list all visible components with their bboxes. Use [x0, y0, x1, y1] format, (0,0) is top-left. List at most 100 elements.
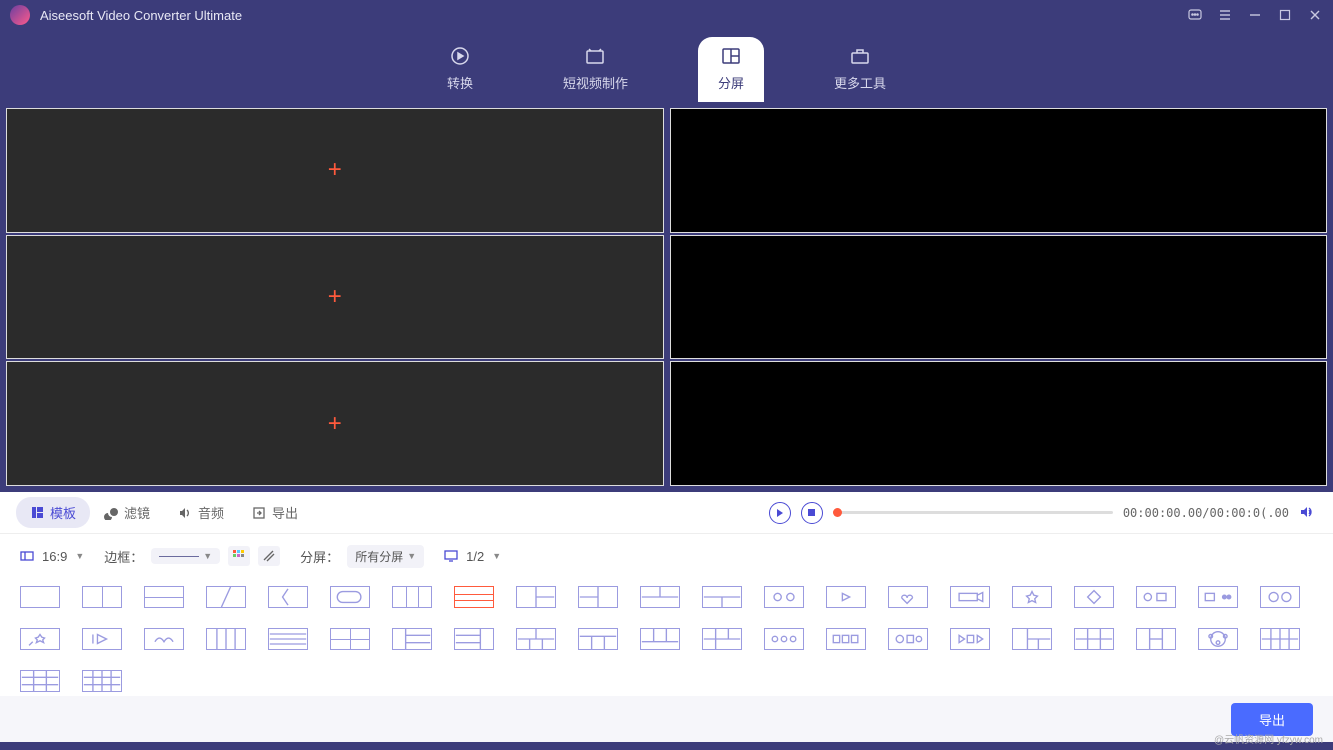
- template-item[interactable]: [1136, 586, 1176, 608]
- split-option: 分屏： 所有分屏 ▼: [300, 545, 424, 568]
- template-item[interactable]: [1198, 586, 1238, 608]
- template-item[interactable]: [454, 628, 494, 650]
- border-style-dropdown[interactable]: ▼: [151, 548, 220, 564]
- template-item[interactable]: [20, 586, 60, 608]
- template-item[interactable]: [578, 586, 618, 608]
- playback-bar: 00:00:00.00/00:00:0(.00: [769, 502, 1317, 524]
- preview-cell-3: [670, 361, 1328, 486]
- work-area: + + +: [0, 102, 1333, 492]
- tab-label: 短视频制作: [563, 73, 628, 92]
- template-item[interactable]: [516, 628, 556, 650]
- template-item[interactable]: [1198, 628, 1238, 650]
- template-item[interactable]: [268, 586, 308, 608]
- template-item[interactable]: [82, 670, 122, 692]
- template-item[interactable]: [330, 586, 370, 608]
- template-item[interactable]: [82, 586, 122, 608]
- editor-cell-3[interactable]: +: [6, 361, 664, 486]
- add-icon: +: [328, 283, 342, 311]
- template-item[interactable]: [950, 628, 990, 650]
- template-item[interactable]: [640, 628, 680, 650]
- template-item[interactable]: [330, 628, 370, 650]
- collage-icon: [720, 45, 742, 67]
- add-icon: +: [328, 156, 342, 184]
- monitor-icon: [444, 549, 458, 563]
- slider-thumb-icon: [833, 508, 842, 517]
- template-item[interactable]: [702, 586, 742, 608]
- template-item[interactable]: [1012, 628, 1052, 650]
- template-item[interactable]: [578, 628, 618, 650]
- menu-icon[interactable]: [1217, 7, 1233, 23]
- template-item[interactable]: [826, 628, 866, 650]
- border-line-icon: [159, 556, 199, 557]
- tab-label: 转换: [447, 73, 473, 92]
- panel-tab-filter[interactable]: 滤镜: [90, 497, 164, 528]
- border-color-button[interactable]: [228, 546, 250, 566]
- convert-icon: [449, 45, 471, 67]
- border-pattern-button[interactable]: [258, 546, 280, 566]
- panel-tab-export[interactable]: 导出: [238, 497, 312, 528]
- template-item[interactable]: [20, 628, 60, 650]
- aspect-dropdown[interactable]: 16:9 ▼: [20, 549, 84, 564]
- template-item[interactable]: [1074, 628, 1114, 650]
- chevron-down-icon: ▼: [75, 551, 84, 561]
- timecode: 00:00:00.00/00:00:0(.00: [1123, 506, 1289, 520]
- template-item[interactable]: [82, 628, 122, 650]
- minimize-icon[interactable]: [1247, 7, 1263, 23]
- template-item[interactable]: [1012, 586, 1052, 608]
- template-item[interactable]: [206, 628, 246, 650]
- tab-collage[interactable]: 分屏: [698, 37, 764, 102]
- panel-tab-audio[interactable]: 音频: [164, 497, 238, 528]
- border-option: 边框： ▼: [104, 546, 280, 566]
- border-label: 边框：: [104, 547, 143, 566]
- titlebar: Aiseesoft Video Converter Ultimate: [0, 0, 1333, 30]
- template-item[interactable]: [702, 628, 742, 650]
- split-dropdown[interactable]: 所有分屏 ▼: [347, 545, 424, 568]
- titlebar-controls: [1187, 7, 1323, 23]
- template-item-selected[interactable]: [454, 586, 494, 608]
- template-item[interactable]: [764, 586, 804, 608]
- volume-icon[interactable]: [1299, 504, 1317, 522]
- template-item[interactable]: [888, 586, 928, 608]
- template-item[interactable]: [516, 586, 556, 608]
- template-item[interactable]: [206, 586, 246, 608]
- template-item[interactable]: [20, 670, 60, 692]
- panel-tab-label: 滤镜: [124, 503, 150, 522]
- aspect-icon: [20, 549, 34, 563]
- template-item[interactable]: [392, 628, 432, 650]
- template-item[interactable]: [1260, 628, 1300, 650]
- template-item[interactable]: [1136, 628, 1176, 650]
- template-item[interactable]: [144, 628, 184, 650]
- templates-grid: [0, 578, 1333, 696]
- page-option[interactable]: 1/2 ▼: [444, 549, 501, 564]
- tab-toolbox[interactable]: 更多工具: [814, 37, 906, 102]
- tab-convert[interactable]: 转换: [427, 37, 493, 102]
- chevron-down-icon: ▼: [492, 551, 501, 561]
- maximize-icon[interactable]: [1277, 7, 1293, 23]
- feedback-icon[interactable]: [1187, 7, 1203, 23]
- editor-cell-1[interactable]: +: [6, 108, 664, 233]
- close-icon[interactable]: [1307, 7, 1323, 23]
- editor-cell-2[interactable]: +: [6, 235, 664, 360]
- stop-button[interactable]: [801, 502, 823, 524]
- preview-cell-1: [670, 108, 1328, 233]
- tab-label: 更多工具: [834, 73, 886, 92]
- template-item[interactable]: [392, 586, 432, 608]
- watermark: @云帆资源网 yfzyw.com: [1214, 731, 1323, 746]
- template-item[interactable]: [144, 586, 184, 608]
- panel-tab-label: 模板: [50, 503, 76, 522]
- progress-slider[interactable]: [833, 511, 1113, 514]
- template-icon: [30, 506, 44, 520]
- tab-mv[interactable]: 短视频制作: [543, 37, 648, 102]
- template-item[interactable]: [1074, 586, 1114, 608]
- template-item[interactable]: [640, 586, 680, 608]
- template-item[interactable]: [826, 586, 866, 608]
- template-item[interactable]: [950, 586, 990, 608]
- template-item[interactable]: [268, 628, 308, 650]
- panel-tab-template[interactable]: 模板: [16, 497, 90, 528]
- template-item[interactable]: [764, 628, 804, 650]
- chevron-down-icon: ▼: [203, 551, 212, 561]
- template-item[interactable]: [1260, 586, 1300, 608]
- play-button[interactable]: [769, 502, 791, 524]
- chevron-down-icon: ▼: [407, 551, 416, 561]
- template-item[interactable]: [888, 628, 928, 650]
